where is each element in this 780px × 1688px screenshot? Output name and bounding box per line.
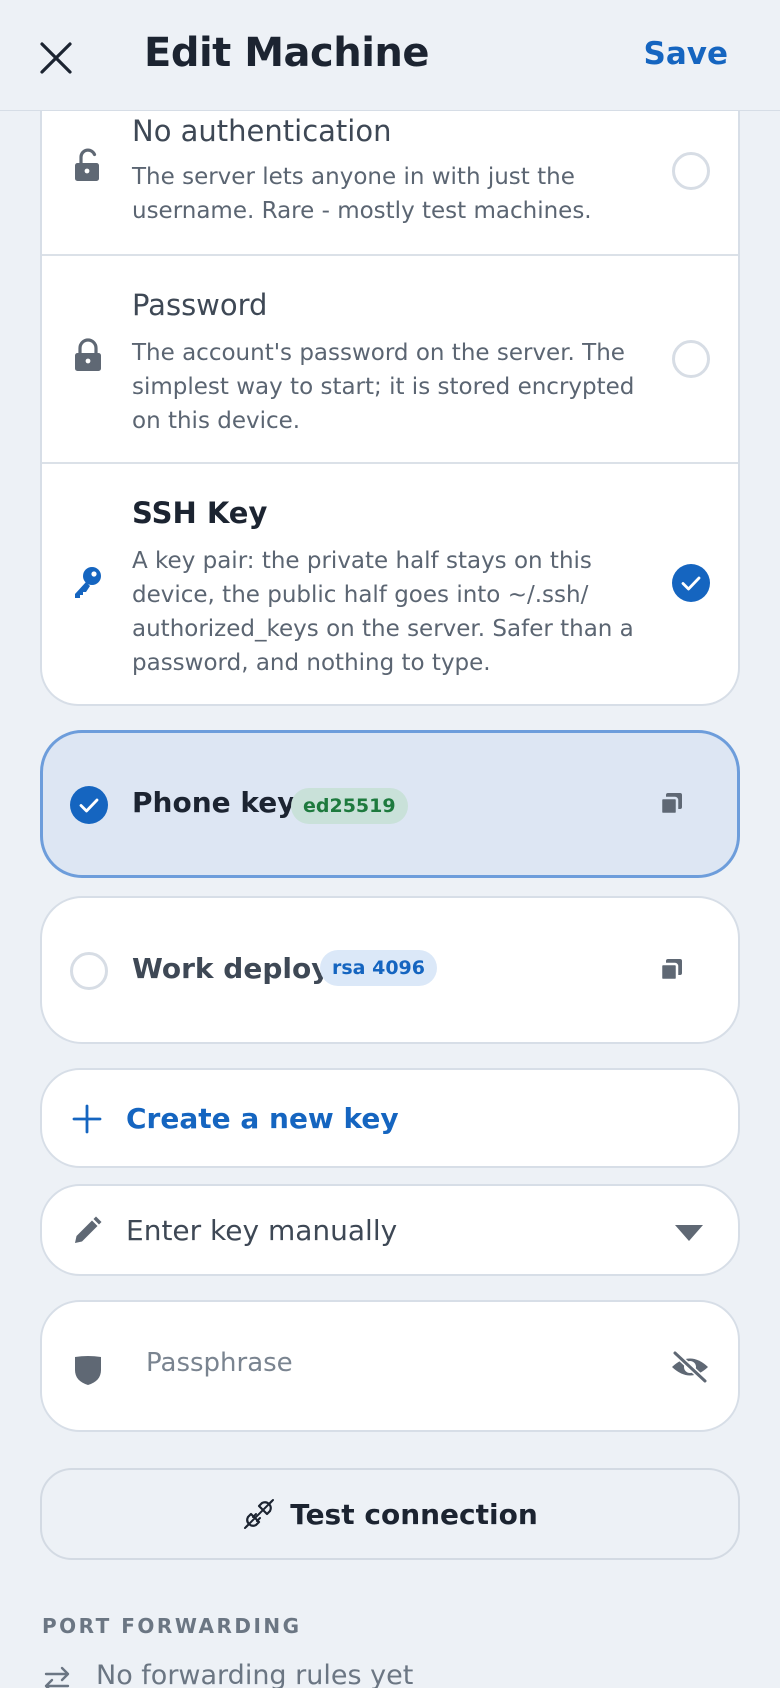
pencil-icon bbox=[75, 1216, 102, 1243]
key-name: Work deploy bbox=[132, 952, 330, 985]
copy-icon[interactable] bbox=[658, 790, 686, 818]
key-item-phone-key[interactable]: Phone key ed25519 bbox=[40, 730, 740, 878]
lock-open-icon bbox=[75, 148, 99, 181]
auth-option-description: The server lets anyone in with just the … bbox=[132, 164, 592, 224]
create-key-button[interactable]: Create a new key bbox=[40, 1068, 740, 1168]
close-icon bbox=[40, 42, 72, 74]
auth-option-title: Password bbox=[132, 288, 268, 322]
auth-option-description: A key pair: the private half stays on th… bbox=[132, 548, 634, 676]
close-button[interactable] bbox=[36, 38, 76, 78]
test-connection-button[interactable]: Test connection bbox=[40, 1468, 740, 1560]
auth-option-title: No authentication bbox=[132, 114, 392, 148]
auth-option-password[interactable]: Password The account's password on the s… bbox=[42, 256, 738, 462]
enter-key-manually-dropdown[interactable]: Enter key manually bbox=[40, 1184, 740, 1276]
create-key-label: Create a new key bbox=[126, 1102, 399, 1135]
passphrase-field bbox=[40, 1300, 740, 1432]
save-button[interactable]: Save bbox=[644, 36, 728, 72]
auth-option-ssh-key[interactable]: SSH Key A key pair: the private half sta… bbox=[42, 464, 738, 704]
radio-button[interactable] bbox=[672, 152, 710, 190]
auth-option-title: SSH Key bbox=[132, 496, 268, 530]
plus-icon bbox=[72, 1104, 102, 1134]
check-icon bbox=[681, 576, 701, 591]
manual-key-label: Enter key manually bbox=[126, 1214, 398, 1247]
auth-option-description: The account's password on the server. Th… bbox=[132, 340, 635, 434]
radio-button-selected[interactable] bbox=[672, 564, 710, 602]
auth-method-list: No authentication The server lets anyone… bbox=[40, 90, 740, 706]
top-app-bar: Edit Machine Save bbox=[0, 0, 780, 111]
key-type-badge: ed25519 bbox=[291, 788, 408, 824]
key-item-work-deploy[interactable]: Work deploy rsa 4096 bbox=[40, 896, 740, 1044]
key-type-badge: rsa 4096 bbox=[320, 950, 437, 986]
copy-icon[interactable] bbox=[658, 956, 686, 984]
test-connection-label: Test connection bbox=[290, 1497, 538, 1531]
section-header-port-forwarding: PORT FORWARDING bbox=[42, 1614, 302, 1638]
eye-off-icon[interactable] bbox=[670, 1350, 710, 1384]
chevron-down-icon bbox=[675, 1225, 703, 1241]
radio-button[interactable] bbox=[672, 340, 710, 378]
auth-option-none[interactable]: No authentication The server lets anyone… bbox=[42, 90, 738, 254]
swap-arrows-icon bbox=[44, 1666, 70, 1688]
passphrase-input[interactable] bbox=[146, 1348, 606, 1378]
empty-state-text: No forwarding rules yet bbox=[96, 1660, 414, 1688]
key-name: Phone key bbox=[132, 786, 296, 819]
key-unselected-radio[interactable] bbox=[70, 952, 108, 990]
shield-icon bbox=[75, 1356, 101, 1385]
key-icon bbox=[75, 567, 101, 598]
lock-icon bbox=[75, 338, 101, 371]
check-icon bbox=[79, 798, 99, 813]
plug-disconnected-icon bbox=[244, 1499, 275, 1529]
page-title: Edit Machine bbox=[144, 30, 430, 76]
key-selected-check[interactable] bbox=[70, 786, 108, 824]
test-connection-content: Test connection bbox=[42, 1470, 738, 1558]
